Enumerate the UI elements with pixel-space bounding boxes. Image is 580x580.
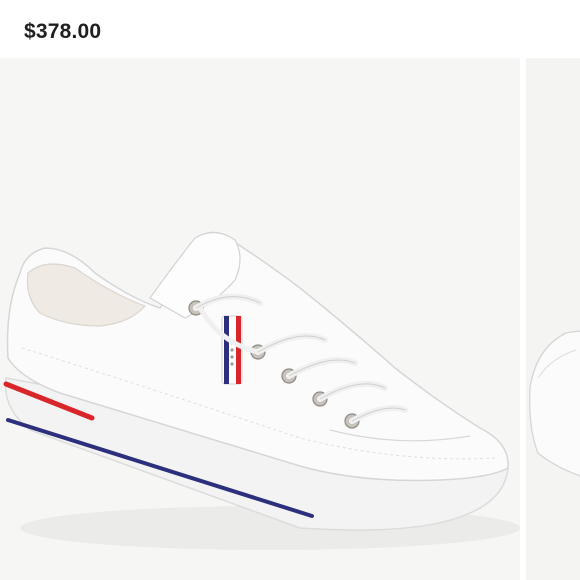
price-header: $378.00 — [0, 0, 580, 58]
product-image-carousel[interactable] — [0, 58, 580, 580]
product-image-main[interactable] — [0, 58, 520, 580]
product-image-next[interactable] — [526, 58, 580, 580]
lace-tag — [221, 315, 243, 385]
sneaker-image — [3, 231, 520, 550]
price-label: $378.00 — [24, 20, 102, 43]
next-sneaker-image — [529, 330, 580, 477]
